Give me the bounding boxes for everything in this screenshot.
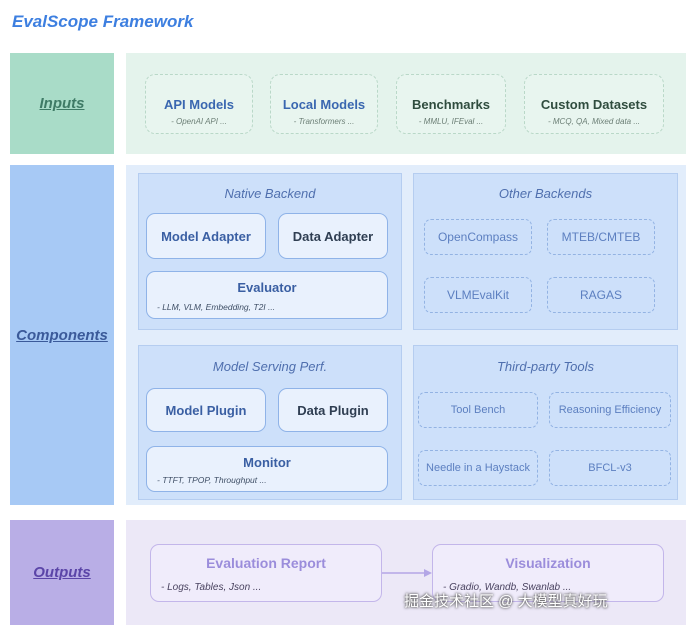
watermark-text: 掘金技术社区 @ 大模型真好玩 — [404, 593, 608, 610]
report-to-visualization-arrow — [382, 569, 432, 577]
